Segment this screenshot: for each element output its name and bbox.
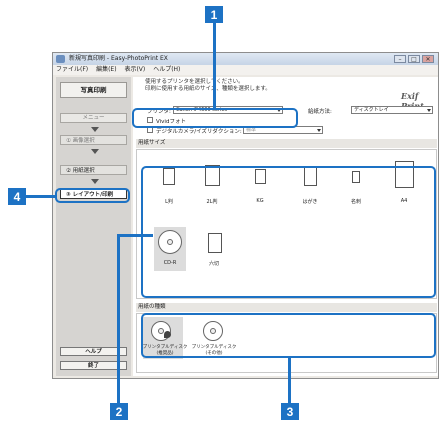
arrow-down-icon (91, 149, 99, 154)
arrow-down-icon (91, 179, 99, 184)
callout-2-line-h (117, 234, 153, 237)
chevron-down-icon (317, 129, 321, 132)
callout-media-type-frame (141, 313, 436, 358)
callout-4-line (26, 195, 56, 198)
menu-bar: ファイル(F) 編集(E) 表示(V) ヘルプ(H) (53, 65, 438, 75)
minimize-button[interactable]: – (394, 55, 406, 63)
close-button[interactable]: ✕ (422, 55, 434, 63)
menu-help[interactable]: ヘルプ(H) (153, 66, 180, 73)
sidebar-title: 写真印刷 (60, 82, 127, 98)
callout-printer-frame (132, 108, 298, 128)
arrow-down-icon (91, 127, 99, 132)
feed-label: 給紙方法: (308, 109, 332, 115)
step-image-select[interactable]: ① 画像選択 (60, 135, 127, 145)
callout-3-label: 3 (281, 403, 299, 420)
maximize-button[interactable]: □ (408, 55, 420, 63)
chevron-down-icon (427, 109, 431, 112)
menu-view[interactable]: 表示(V) (124, 66, 145, 73)
paper-size-heading: 用紙サイズ (136, 139, 437, 148)
instruction-text: 使用するプリンタを選択してください。 印刷に使用する用紙のサイズ、種類を選択しま… (145, 79, 345, 93)
callout-2-line-v (117, 234, 120, 406)
instruction-line-2: 印刷に使用する用紙のサイズ、種類を選択します。 (145, 86, 271, 92)
callout-2-label: 2 (110, 403, 128, 420)
noise-reduction-label: デジタルカメラ/イズリダクション: (156, 129, 242, 135)
window-title: 新規写真印刷 - Easy-PhotoPrint EX (69, 55, 168, 62)
callout-paper-size-frame (141, 166, 436, 298)
callout-layout-step-frame (55, 188, 130, 203)
step-paper-select[interactable]: ② 用紙選択 (60, 165, 127, 175)
feed-select[interactable]: ディスクトレイ (351, 106, 433, 114)
menu-edit[interactable]: 編集(E) (96, 66, 116, 73)
callout-3-line (288, 356, 291, 404)
media-type-heading: 用紙の種類 (136, 303, 437, 312)
title-bar: 新規写真印刷 - Easy-PhotoPrint EX (53, 53, 438, 65)
instruction-line-1: 使用するプリンタを選択してください。 (145, 79, 244, 85)
callout-1-line (213, 23, 216, 109)
callout-4-label: 4 (8, 188, 26, 205)
callout-1-label: 1 (205, 6, 223, 23)
app-icon (56, 55, 65, 63)
menu-button[interactable]: メニュー (60, 113, 127, 123)
feed-value: ディスクトレイ (354, 107, 389, 113)
menu-file[interactable]: ファイル(F) (56, 66, 88, 73)
